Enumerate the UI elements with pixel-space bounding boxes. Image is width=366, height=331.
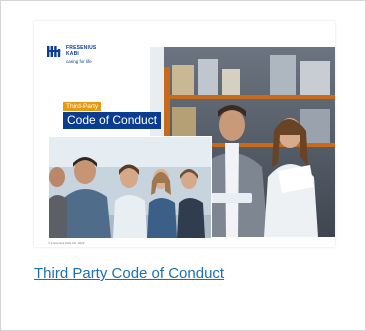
meeting-photo: [48, 136, 212, 239]
logo-wordmark: FRESENIUS KABI: [66, 45, 96, 57]
cover-title-badge: Code of Conduct: [63, 112, 162, 129]
fresenius-logo-icon: [47, 46, 61, 57]
cover-subtitle-badge: Third-Party: [63, 102, 102, 111]
document-card: FRESENIUS KABI caring for life Third-Par…: [0, 0, 366, 331]
logo-tagline: caring for life: [66, 59, 92, 64]
document-title-link[interactable]: Third Party Code of Conduct: [34, 265, 224, 282]
logo-name-line2: KABI: [66, 51, 80, 57]
copyright-text: © Fresenius Kabi AG, 2022: [48, 241, 85, 245]
document-cover-thumbnail[interactable]: FRESENIUS KABI caring for life Third-Par…: [34, 21, 335, 247]
